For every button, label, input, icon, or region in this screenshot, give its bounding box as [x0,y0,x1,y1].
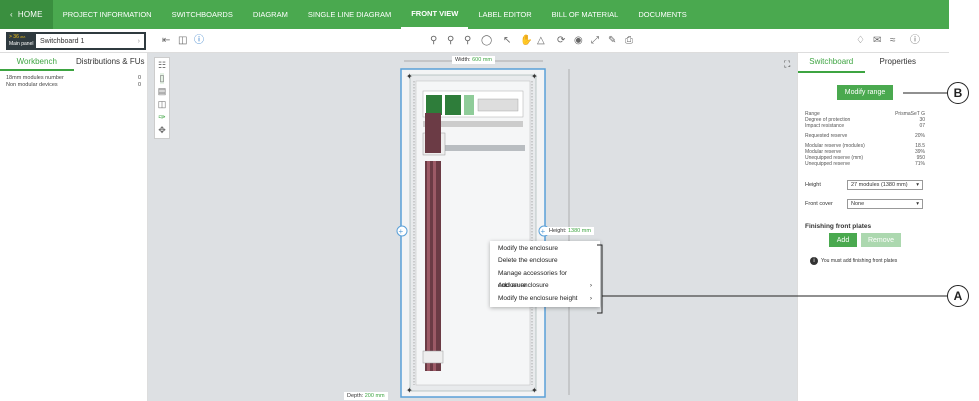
callout-a: A [947,285,969,307]
callout-b: B [947,82,969,104]
callout-lines [597,92,947,314]
